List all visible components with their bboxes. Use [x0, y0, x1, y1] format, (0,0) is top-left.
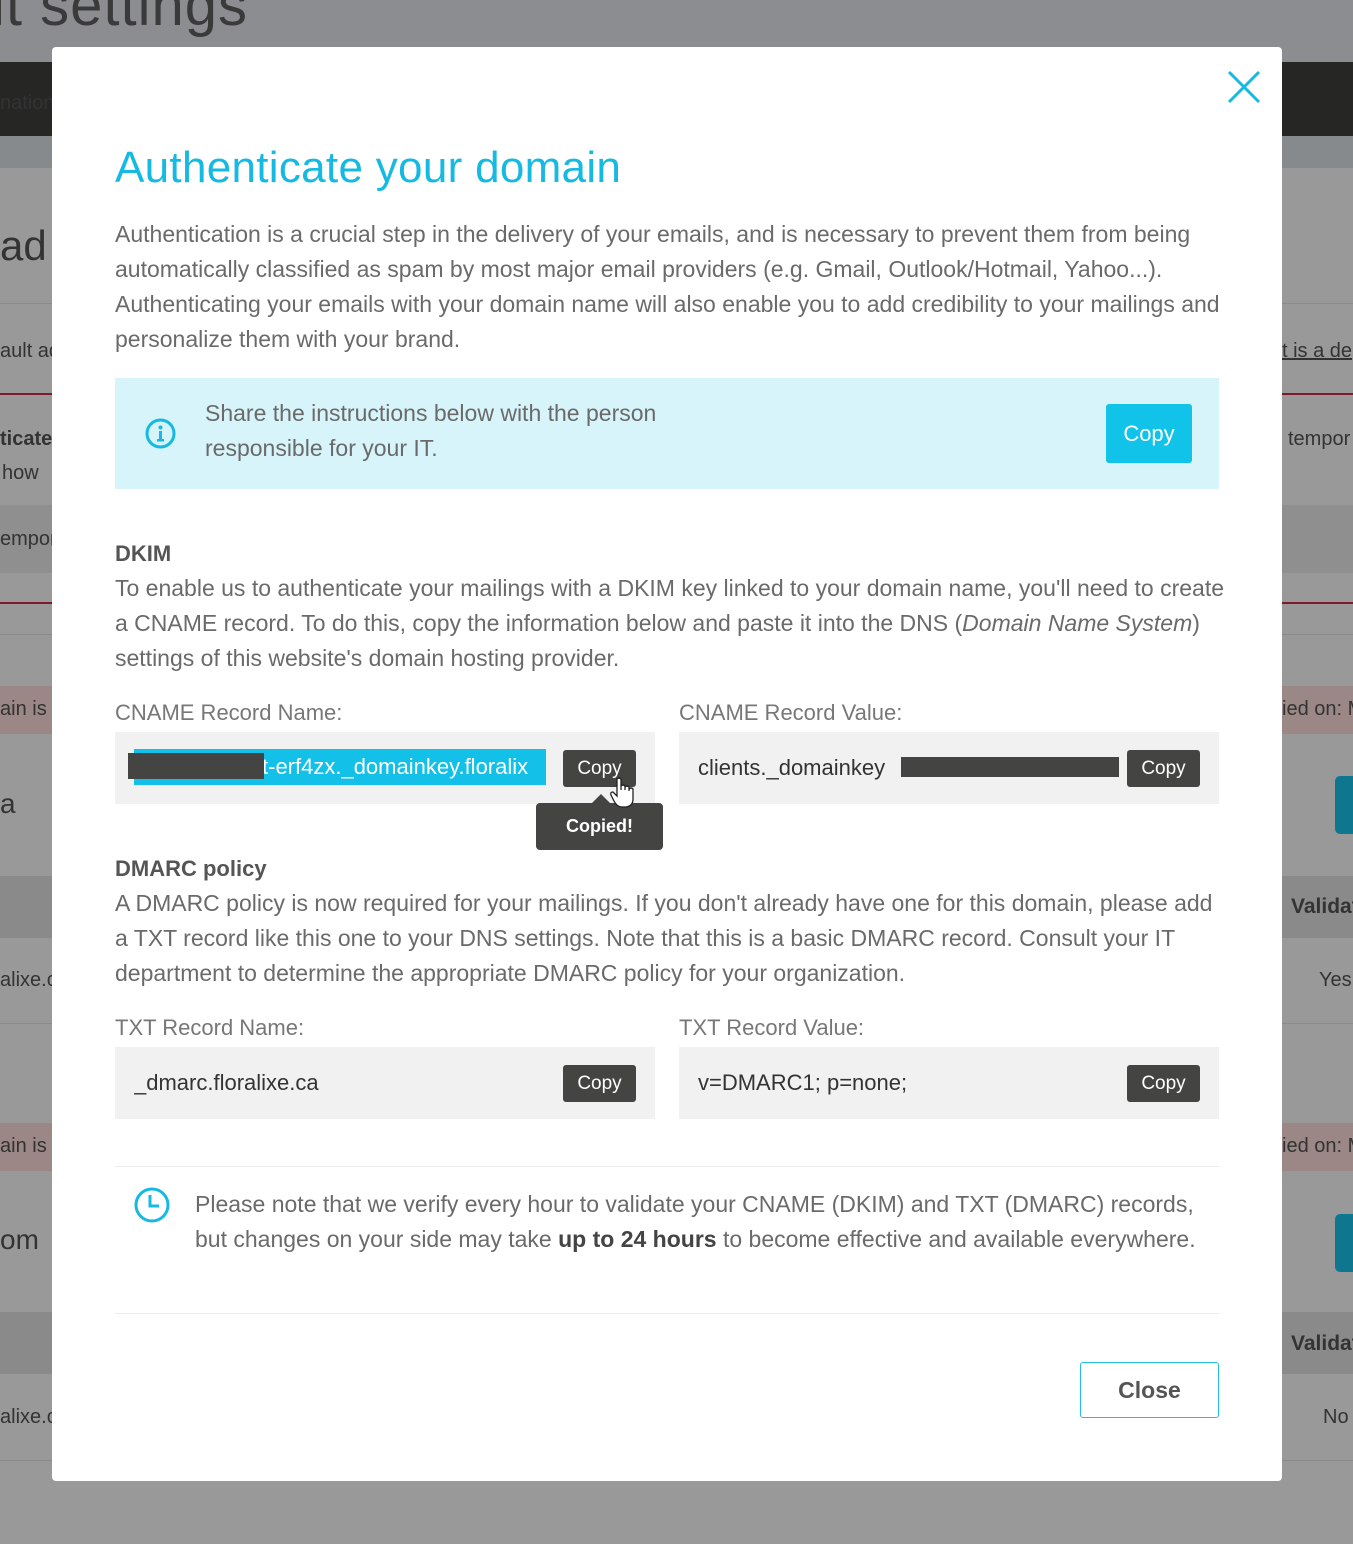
section-heading: ad: [0, 222, 47, 269]
cname-value-field[interactable]: clients._domainkey Copy: [679, 732, 1219, 804]
info-text: Share the instructions below with the pe…: [205, 400, 657, 461]
txt-name-field[interactable]: _dmarc.floralixe.ca Copy: [115, 1047, 655, 1119]
row-text: tempor: [1288, 428, 1351, 450]
domain-name: om: [0, 1224, 39, 1255]
note-text: to become effective and available everyw…: [716, 1226, 1196, 1252]
copy-txt-name-button[interactable]: Copy: [563, 1065, 636, 1102]
table-cell: alixe.c: [0, 1406, 57, 1428]
copy-txt-value-button[interactable]: Copy: [1127, 1065, 1200, 1102]
info-box: Share the instructions below with the pe…: [115, 378, 1219, 489]
close-x-icon[interactable]: [1226, 69, 1262, 105]
page-title: it settings: [0, 0, 248, 38]
domain-action-button[interactable]: [1335, 1214, 1353, 1272]
modal-title: Authenticate your domain: [115, 143, 622, 192]
note-text-bold: up to 24 hours: [558, 1226, 717, 1252]
verification-note: Please note that we verify every hour to…: [195, 1187, 1205, 1257]
copied-tooltip: Copied!: [536, 794, 663, 850]
row-text: empor: [0, 528, 57, 550]
hand-cursor-icon: [610, 777, 636, 809]
row-text: how: [2, 462, 39, 484]
domain-name: a: [0, 788, 16, 819]
txt-name-value: _dmarc.floralixe.ca: [134, 1070, 319, 1095]
dkim-text-italic: Domain Name System: [962, 610, 1193, 636]
clock-icon: [134, 1187, 170, 1223]
authenticate-domain-modal: Authenticate your domain Authentication …: [52, 47, 1282, 1481]
redacted-block: [128, 753, 264, 779]
dmarc-heading: DMARC policy: [115, 856, 267, 881]
alert-text: ied on: M: [1282, 698, 1353, 720]
copy-cname-value-button[interactable]: Copy: [1127, 750, 1200, 787]
table-cell: alixe.c: [0, 969, 57, 991]
domain-action-button[interactable]: [1335, 776, 1353, 834]
table-cell: No: [1323, 1406, 1349, 1428]
dkim-heading: DKIM: [115, 541, 172, 566]
alert-text: ied on: M: [1282, 1135, 1353, 1157]
close-button[interactable]: Close: [1080, 1362, 1219, 1418]
help-link[interactable]: t is a de: [1282, 340, 1352, 363]
txt-value-label: TXT Record Value:: [679, 1015, 865, 1040]
txt-name-label: TXT Record Name:: [115, 1015, 305, 1040]
cname-name-label: CNAME Record Name:: [115, 700, 343, 725]
txt-value-field[interactable]: v=DMARC1; p=none; Copy: [679, 1047, 1219, 1119]
nav-item[interactable]: nation: [0, 92, 55, 115]
row-bold-text: ticate: [0, 428, 53, 450]
intro-text: Authentication is a crucial step in the …: [115, 221, 1220, 352]
divider: [115, 1166, 1219, 1167]
redacted-block: [901, 757, 1119, 777]
cname-name-value: t-erf4zx._domainkey.floralix: [262, 754, 529, 779]
table-cell: Yes: [1319, 969, 1352, 991]
info-icon: [145, 418, 176, 449]
table-header-cell: Validat: [1291, 1332, 1353, 1355]
cname-name-field[interactable]: t-erf4zx._domainkey.floralix Copy: [115, 732, 655, 804]
cname-value: clients._domainkey: [698, 755, 886, 780]
table-header-cell: Validat: [1291, 895, 1353, 918]
divider: [115, 1313, 1219, 1314]
dkim-description: To enable us to authenticate your mailin…: [115, 571, 1225, 676]
txt-value: v=DMARC1; p=none;: [698, 1070, 908, 1095]
cname-value-label: CNAME Record Value:: [679, 700, 903, 725]
dmarc-description: A DMARC policy is now required for your …: [115, 890, 1213, 986]
copy-instructions-button[interactable]: Copy: [1106, 404, 1192, 463]
